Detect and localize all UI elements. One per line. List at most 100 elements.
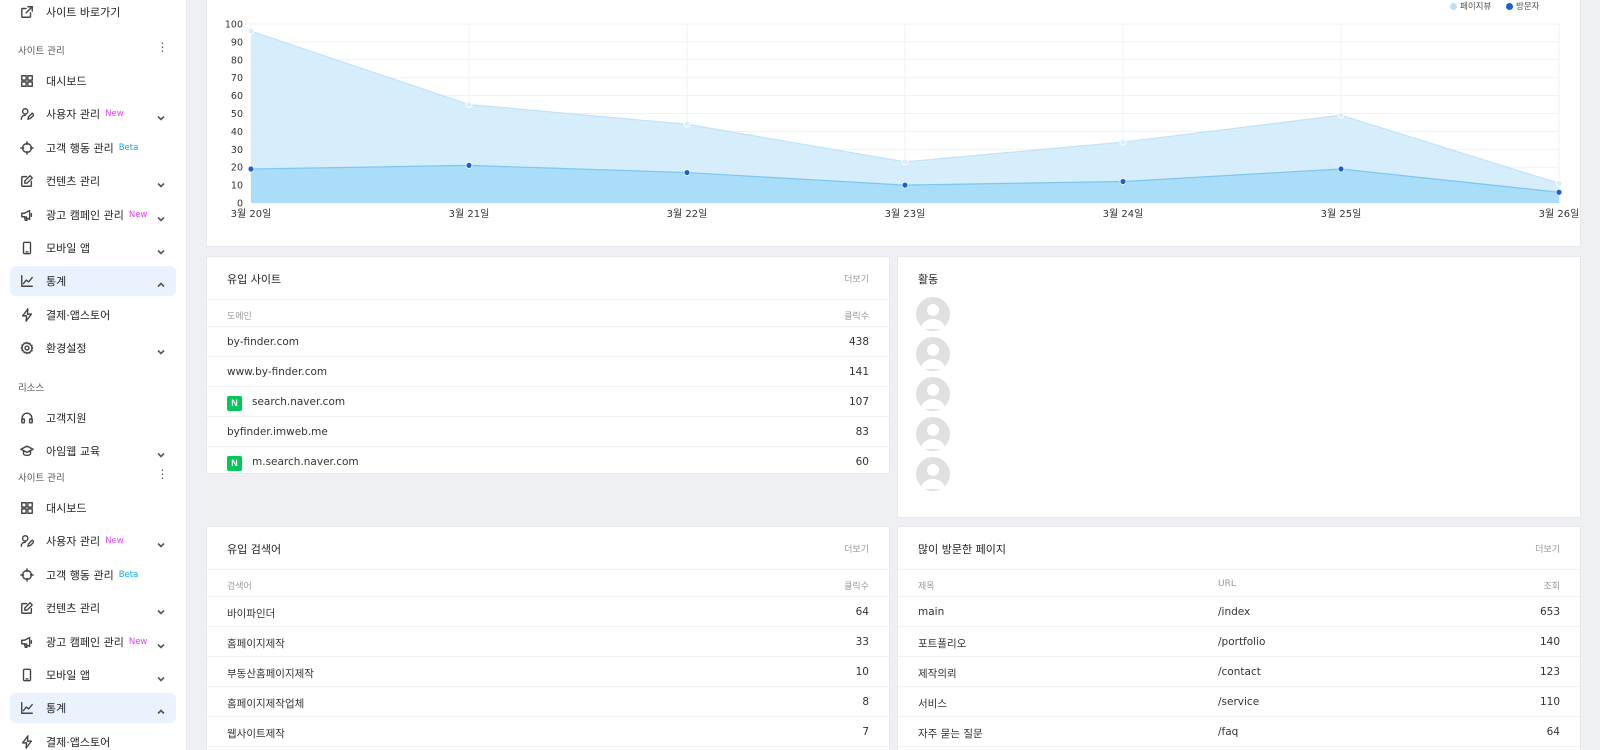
data-point-series-1[interactable] (683, 169, 691, 176)
site-shortcut-link[interactable]: 사이트 바로가기 (10, 0, 176, 27)
data-point-series-1[interactable] (1337, 165, 1345, 173)
avatar[interactable] (916, 417, 950, 451)
avatar[interactable] (916, 377, 950, 411)
data-point-series-0[interactable] (901, 158, 909, 166)
more-vertical-icon[interactable]: ⋮ (156, 468, 169, 480)
sidebar-item-mobile[interactable]: 모바일 앱 (10, 233, 176, 263)
search-keyword: 웹사이트제작 (227, 728, 285, 740)
sidebar-item-label: 컨텐츠 관리 (46, 602, 101, 616)
table-row[interactable]: 홈페이지제작업체 8 (207, 687, 889, 717)
table-row[interactable]: 포트폴리오/portfolio 140 (898, 627, 1580, 657)
chevron-down-icon[interactable] (156, 445, 166, 459)
sidebar-item-headset[interactable]: 고객지원 (10, 403, 176, 433)
sidebar-item-lightning[interactable]: 결제·앱스토어 (10, 300, 176, 330)
sidebar-item-badge: New (105, 536, 124, 547)
sidebar-item-edit[interactable]: 컨텐츠 관리 (10, 593, 176, 623)
avatar[interactable] (916, 337, 950, 371)
sidebar-item-graduation-cap[interactable]: 아임웹 교육 (10, 436, 176, 466)
graduation-cap-icon (18, 442, 36, 460)
table-row[interactable]: Nsearch.naver.com 107 (207, 387, 889, 417)
table-row[interactable]: 홈페이지제작 33 (207, 627, 889, 657)
chevron-down-icon[interactable] (156, 535, 166, 549)
sidebar-item-target[interactable]: 고객 행동 관리 Beta (10, 133, 176, 163)
sidebar-item-badge: Beta (118, 142, 139, 153)
table-row[interactable]: 제작의뢰/contact 123 (898, 657, 1580, 687)
sidebar-item-label: 사용자 관리 (46, 535, 101, 549)
chevron-up-icon[interactable] (156, 275, 166, 288)
sidebar-item-label: 모바일 앱 (46, 242, 90, 255)
table-row[interactable]: www.by-finder.com 141 (207, 357, 889, 387)
x-tick-label: 3월 25일 (1321, 208, 1362, 220)
sidebar-item-user-edit[interactable]: 사용자 관리 New (10, 526, 176, 556)
data-point-series-0[interactable] (247, 27, 255, 35)
table-row[interactable]: main/index 653 (898, 597, 1580, 627)
chevron-up-icon[interactable] (156, 702, 166, 715)
megaphone-icon (18, 206, 36, 224)
chevron-down-icon[interactable] (156, 175, 166, 188)
table-row[interactable]: 자주 묻는 질문/faq 64 (898, 717, 1580, 747)
sidebar-item-label: 통계 (46, 702, 67, 716)
data-point-series-0[interactable] (1337, 111, 1345, 119)
data-point-series-0[interactable] (1119, 138, 1127, 146)
chevron-down-icon[interactable] (156, 602, 166, 615)
table-row[interactable]: 부동산홈페이지제작 10 (207, 657, 889, 687)
keywords-more-link[interactable]: 더보기 (844, 542, 869, 555)
referrer-table-header: 도메인 클릭수 (207, 299, 889, 327)
data-point-series-0[interactable] (683, 120, 691, 128)
chevron-down-icon[interactable] (156, 209, 166, 222)
sidebar-item-edit[interactable]: 컨텐츠 관리 (10, 166, 176, 196)
search-keyword: 부동산홈페이지제작 (227, 668, 314, 680)
mobile-icon (18, 239, 36, 257)
data-point-series-0[interactable] (465, 101, 473, 109)
sidebar-item-target[interactable]: 고객 행동 관리 Beta (10, 560, 176, 590)
sidebar-item-label: 환경설정 (46, 342, 87, 356)
table-row[interactable]: 서비스/service 110 (898, 687, 1580, 717)
sidebar-item-gear[interactable]: 환경설정 (10, 333, 176, 363)
search-keyword: 홈페이지제작업체 (227, 698, 305, 710)
pages-table-header: 제목 URL 조회 (898, 569, 1580, 597)
table-row[interactable]: Nm.search.naver.com 60 (207, 447, 889, 477)
table-row[interactable]: 바이파인더 64 (207, 597, 889, 627)
referrer-sites-title: 유입 사이트 (227, 273, 282, 286)
chevron-down-icon[interactable] (156, 636, 166, 649)
page-url: /service (1218, 696, 1260, 708)
page-title: 자주 묻는 질문 (918, 728, 983, 740)
sidebar-item-megaphone[interactable]: 광고 캠페인 관리 New (10, 200, 176, 230)
sidebar-section-label: 리소스 (18, 383, 45, 394)
chevron-down-icon[interactable] (156, 108, 166, 122)
sidebar-item-dashboard[interactable]: 대시보드 (10, 493, 176, 523)
keyword-clicks: 33 (855, 636, 869, 648)
chevron-down-icon[interactable] (156, 342, 166, 355)
data-point-series-1[interactable] (465, 162, 473, 169)
search-keyword: 홈페이지제작 (227, 638, 285, 650)
y-tick-label: 60 (231, 91, 243, 102)
sidebar-item-lightning[interactable]: 결제·앱스토어 (10, 727, 176, 750)
site-shortcut-label: 사이트 바로가기 (46, 6, 121, 19)
data-point-series-0[interactable] (1555, 179, 1563, 187)
data-point-series-1[interactable] (901, 181, 909, 189)
data-point-series-1[interactable] (247, 165, 255, 173)
avatar[interactable] (916, 457, 950, 491)
sidebar-item-megaphone[interactable]: 광고 캠페인 관리 New (10, 627, 176, 657)
chart-line-icon (18, 272, 36, 290)
pages-more-link[interactable]: 더보기 (1535, 542, 1560, 555)
referrer-clicks: 438 (848, 336, 869, 348)
table-row[interactable]: 웹사이트제작 7 (207, 717, 889, 747)
data-point-series-1[interactable] (1555, 188, 1563, 196)
sidebar-item-mobile[interactable]: 모바일 앱 (10, 660, 176, 690)
sidebar-item-chart-line[interactable]: 통계 (10, 266, 176, 297)
chevron-down-icon[interactable] (156, 242, 166, 255)
sidebar-item-dashboard[interactable]: 대시보드 (10, 66, 176, 96)
sidebar-item-user-edit[interactable]: 사용자 관리 New (10, 99, 176, 129)
sidebar-section-label: 사이트 관리 (18, 473, 65, 484)
table-row[interactable]: by-finder.com 438 (207, 327, 889, 357)
naver-logo-icon: N (227, 396, 242, 411)
keyword-clicks: 7 (862, 726, 869, 738)
table-row[interactable]: byfinder.imweb.me 83 (207, 417, 889, 447)
more-vertical-icon[interactable]: ⋮ (156, 41, 169, 53)
referrer-more-link[interactable]: 더보기 (844, 272, 869, 285)
avatar[interactable] (916, 297, 950, 331)
data-point-series-1[interactable] (1119, 178, 1127, 185)
sidebar-item-chart-line[interactable]: 통계 (10, 693, 176, 724)
chevron-down-icon[interactable] (156, 669, 166, 682)
